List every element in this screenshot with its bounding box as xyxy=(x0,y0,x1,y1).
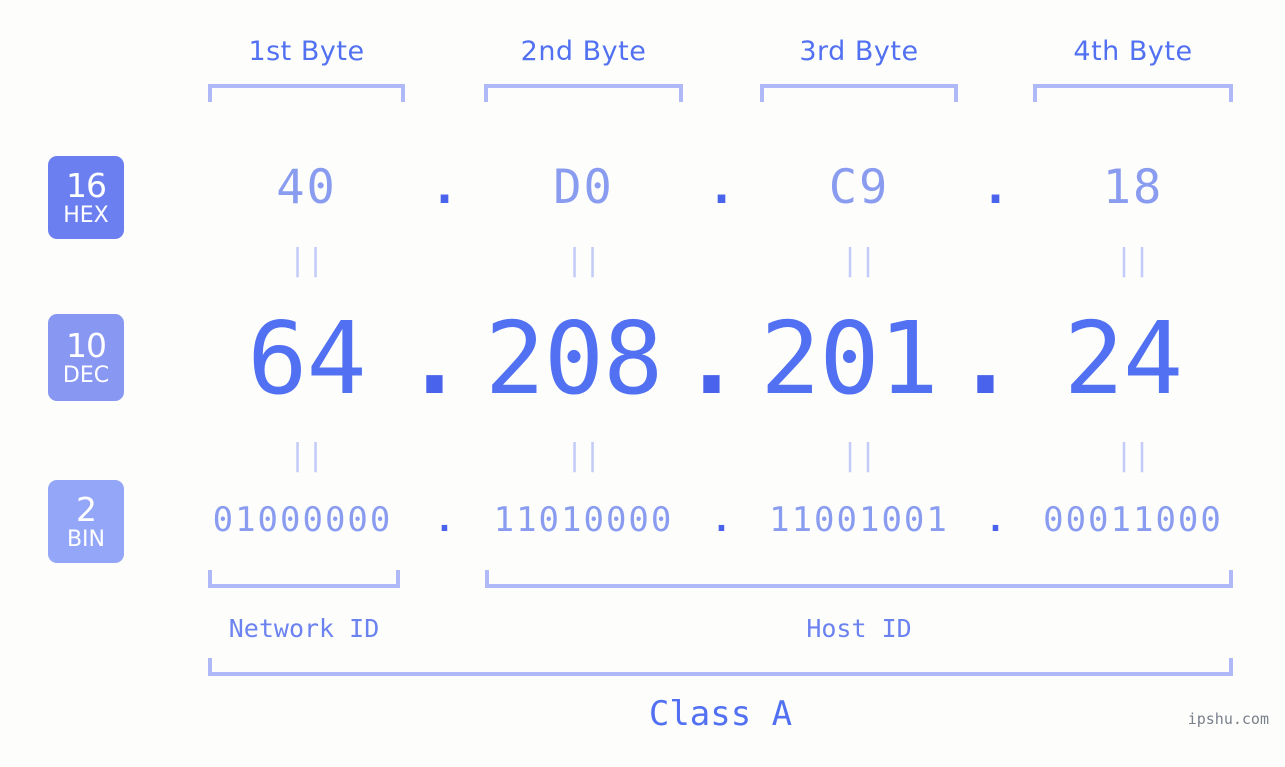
hex-byte-2: D0 xyxy=(553,160,614,215)
base-badge-bin-name: BIN xyxy=(66,526,106,552)
dec-separator-2: . xyxy=(681,300,742,417)
bin-byte-1: 01000000 xyxy=(212,500,393,540)
hex-separator-2: . xyxy=(707,160,736,215)
byte-header-3: 3rd Byte xyxy=(799,36,919,67)
class-label: Class A xyxy=(648,694,793,734)
base-badge-hex-number: 16 xyxy=(66,165,107,205)
base-badge-dec: 10 DEC xyxy=(48,314,124,401)
dec-separator-1: . xyxy=(404,300,465,417)
equals-connector-dec-bin-2: || xyxy=(565,438,602,473)
base-badge-bin: 2 BIN xyxy=(48,480,124,563)
ip-address-breakdown-diagram: 1st Byte 2nd Byte 3rd Byte 4th Byte 16 H… xyxy=(0,0,1285,767)
hex-byte-1: 40 xyxy=(276,160,337,215)
network-id-bracket xyxy=(208,570,400,588)
base-badge-hex: 16 HEX xyxy=(48,156,124,239)
equals-connector-dec-bin-3: || xyxy=(840,438,878,473)
base-badge-dec-number: 10 xyxy=(66,325,107,365)
host-id-label: Host ID xyxy=(806,614,912,643)
byte-header-1: 1st Byte xyxy=(248,36,365,67)
hex-separator-1: . xyxy=(430,160,459,215)
byte-header-2: 2nd Byte xyxy=(520,36,647,67)
byte-bracket-1 xyxy=(208,84,405,102)
dec-byte-3: 201 xyxy=(760,300,939,417)
equals-connector-dec-bin-1: || xyxy=(288,438,325,473)
byte-header-4: 4th Byte xyxy=(1073,36,1193,67)
dec-separator-3: . xyxy=(955,300,1016,417)
bin-separator-3: . xyxy=(985,500,1006,540)
site-watermark: ipshu.com xyxy=(1187,710,1269,728)
bin-byte-4: 00011000 xyxy=(1043,500,1223,540)
byte-bracket-3 xyxy=(760,84,958,102)
dec-byte-2: 208 xyxy=(484,300,664,417)
byte-bracket-2 xyxy=(484,84,683,102)
base-badge-hex-name: HEX xyxy=(63,202,109,228)
base-badge-dec-name: DEC xyxy=(62,362,110,388)
hex-separator-3: . xyxy=(981,160,1010,215)
class-bracket xyxy=(208,658,1233,676)
network-id-label: Network ID xyxy=(228,614,380,643)
hex-byte-3: C9 xyxy=(828,160,890,215)
bin-separator-2: . xyxy=(711,500,732,540)
equals-connector-hex-dec-1: || xyxy=(288,243,325,278)
base-badge-bin-number: 2 xyxy=(76,489,97,529)
dec-byte-1: 64 xyxy=(247,300,366,417)
bin-separator-1: . xyxy=(434,500,455,540)
equals-connector-hex-dec-4: || xyxy=(1114,243,1152,278)
byte-bracket-4 xyxy=(1033,84,1233,102)
dec-byte-4: 24 xyxy=(1063,300,1183,417)
bin-byte-3: 11001001 xyxy=(769,500,949,540)
equals-connector-hex-dec-3: || xyxy=(840,243,878,278)
host-id-bracket xyxy=(485,570,1233,588)
equals-connector-hex-dec-2: || xyxy=(565,243,602,278)
bin-byte-2: 11010000 xyxy=(493,500,674,540)
hex-byte-4: 18 xyxy=(1102,160,1164,215)
equals-connector-dec-bin-4: || xyxy=(1114,438,1152,473)
